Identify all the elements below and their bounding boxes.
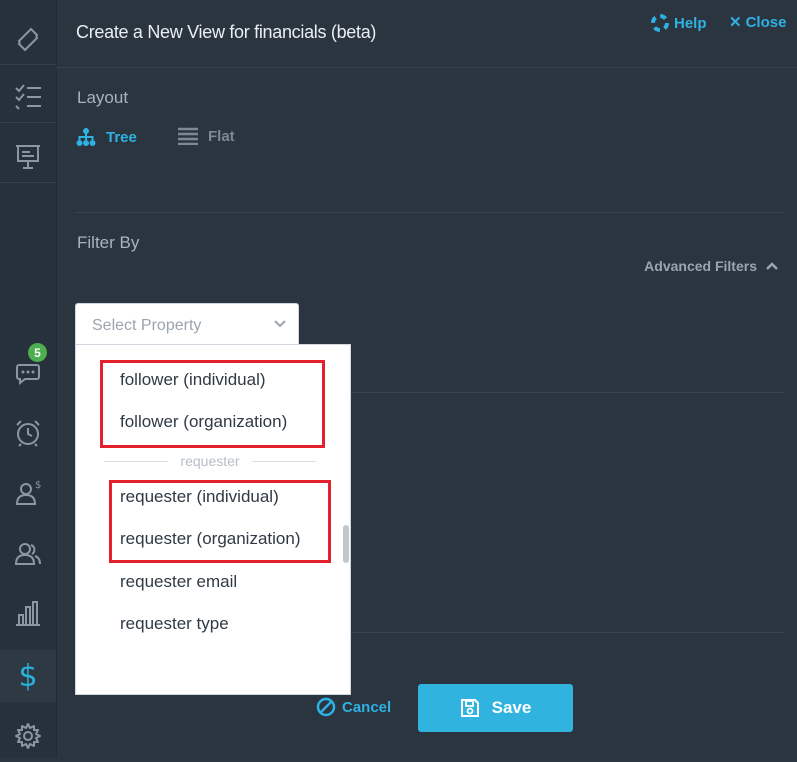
sidebar-item-contacts[interactable] — [0, 527, 56, 579]
lifebuoy-icon — [651, 14, 669, 32]
help-link[interactable]: Help — [650, 13, 707, 33]
chevron-down-icon — [274, 320, 286, 328]
cancel-label: Cancel — [342, 698, 392, 716]
dropdown-option[interactable]: requester (individual) — [120, 487, 279, 507]
bar-chart-icon — [16, 601, 40, 626]
filter-heading: Filter By — [77, 233, 140, 252]
sidebar-item-presentations[interactable] — [0, 130, 56, 183]
modal-header: Create a New View for financials (beta) … — [56, 0, 797, 68]
sidebar-item-financials[interactable]: $ — [0, 650, 56, 702]
svg-text:$: $ — [35, 480, 41, 491]
sidebar-item-tasks[interactable] — [0, 70, 56, 123]
dropdown-scrollbar[interactable] — [343, 525, 349, 563]
sidebar-item-tickets[interactable] — [0, 12, 56, 65]
dropdown-group-header: requester — [104, 453, 316, 469]
sidebar-item-billing-contacts[interactable]: $ — [0, 467, 56, 519]
save-button[interactable]: Save — [418, 684, 573, 732]
dropdown-option[interactable]: requester (organization) — [120, 529, 300, 549]
user-dollar-icon: $ — [15, 480, 41, 505]
sidebar-item-reminders[interactable] — [0, 407, 56, 459]
ban-icon — [316, 697, 336, 717]
gear-icon — [15, 723, 41, 749]
dollar-icon: $ — [18, 658, 38, 694]
property-dropdown: follower (individual) follower (organiza… — [75, 344, 351, 695]
close-link[interactable]: ✕ Close — [729, 13, 787, 32]
dropdown-option[interactable]: requester type — [120, 614, 229, 634]
chevron-up-icon — [766, 262, 778, 270]
group-label: requester — [180, 453, 240, 469]
presentation-icon — [16, 145, 40, 169]
layout-option-flat[interactable]: Flat — [178, 127, 235, 145]
save-label: Save — [491, 698, 532, 717]
advanced-filters-label: Advanced Filters — [644, 258, 757, 274]
layout-option-tree[interactable]: Tree — [76, 127, 137, 147]
floppy-disk-icon — [460, 699, 479, 717]
sidebar-item-settings[interactable] — [0, 710, 56, 762]
advanced-filters-toggle[interactable]: Advanced Filters — [644, 258, 779, 274]
checklist-icon — [15, 84, 41, 110]
dropdown-option[interactable]: follower (individual) — [120, 370, 266, 390]
cancel-button[interactable]: Cancel — [316, 697, 391, 717]
property-select[interactable]: Select Property — [75, 303, 299, 345]
layout-option-flat-label: Flat — [208, 127, 235, 145]
sidebar-item-reports[interactable] — [0, 587, 56, 639]
divider — [351, 392, 785, 393]
dropdown-option[interactable]: follower (organization) — [120, 412, 287, 432]
chat-badge: 5 — [28, 343, 47, 362]
layout-heading: Layout — [77, 88, 129, 107]
layout-option-tree-label: Tree — [106, 128, 137, 146]
alarm-clock-icon — [16, 420, 40, 447]
ticket-icon — [17, 27, 39, 52]
help-label: Help — [674, 14, 707, 32]
property-select-placeholder: Select Property — [92, 317, 202, 334]
close-icon: ✕ — [729, 14, 742, 31]
list-icon — [178, 127, 198, 145]
close-label: Close — [745, 13, 787, 31]
sidebar: 5 $ $ — [0, 0, 57, 757]
dropdown-option[interactable]: requester email — [120, 572, 237, 592]
tree-icon — [76, 128, 96, 146]
users-icon — [14, 543, 41, 565]
divider — [76, 212, 785, 213]
page-title: Create a New View for financials (beta) — [76, 22, 377, 42]
divider — [351, 632, 785, 633]
